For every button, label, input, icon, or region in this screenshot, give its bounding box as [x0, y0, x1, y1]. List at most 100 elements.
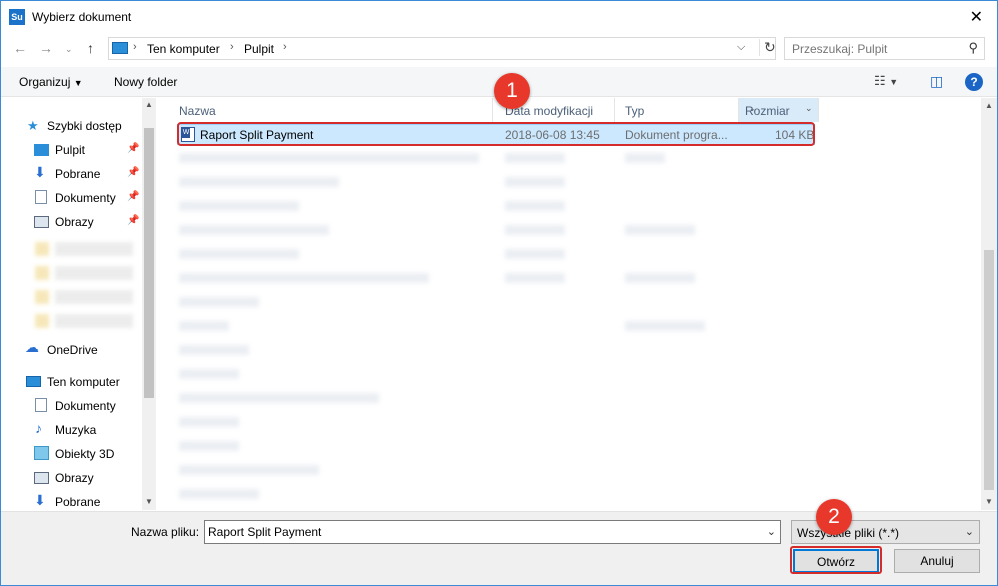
step-badge-1: 1	[494, 73, 530, 109]
computer-icon	[112, 42, 128, 54]
blurred-list-item	[505, 225, 565, 235]
scroll-down-icon[interactable]: ▼	[145, 497, 153, 506]
blurred-list-item[interactable]	[179, 441, 239, 451]
sidebar-item-label: Pulpit	[55, 143, 86, 157]
cancel-button[interactable]: Anuluj	[894, 549, 980, 573]
column-header-size[interactable]: ⌄ Rozmiar ⌄	[739, 98, 819, 122]
sidebar-item-downloads[interactable]: ⬇ Pobrane 📌	[1, 163, 141, 185]
pin-icon: 📌	[127, 143, 140, 154]
breadcrumb-chevron-icon[interactable]: ›	[283, 41, 287, 53]
pin-icon: 📌	[127, 191, 140, 202]
download-icon: ⬇	[34, 492, 46, 508]
search-input[interactable]	[792, 42, 962, 56]
download-icon: ⬇	[34, 164, 46, 180]
blurred-list-item[interactable]	[179, 249, 299, 259]
sidebar-item-pc-documents[interactable]: Dokumenty	[1, 395, 141, 417]
breadcrumb-chevron-icon[interactable]: ›	[230, 41, 234, 53]
blurred-list-item[interactable]	[179, 297, 259, 307]
blurred-list-item[interactable]	[179, 345, 249, 355]
scroll-down-icon[interactable]: ▼	[985, 497, 993, 506]
blurred-folder-item[interactable]	[35, 242, 133, 256]
blurred-list-item[interactable]	[179, 177, 339, 187]
column-header-label: Rozmiar	[745, 104, 790, 118]
breadcrumb-this-pc[interactable]: Ten komputer	[147, 42, 220, 56]
sidebar-item-pictures[interactable]: Obrazy 📌	[1, 211, 141, 233]
highlight-box-2	[790, 546, 882, 574]
blurred-list-item[interactable]	[179, 465, 319, 475]
column-header-name[interactable]: Nazwa	[169, 98, 493, 122]
sidebar-item-3d-objects[interactable]: Obiekty 3D	[1, 443, 141, 465]
organize-button[interactable]: Organizuj ▼	[19, 75, 83, 89]
cloud-icon: ☁	[25, 339, 39, 355]
recent-locations-chevron-icon[interactable]: ⌄	[65, 44, 73, 55]
scroll-up-icon[interactable]: ▲	[985, 101, 993, 110]
column-header-type[interactable]: Typ	[615, 98, 739, 122]
blurred-list-item	[625, 321, 705, 331]
blurred-list-item	[625, 273, 695, 283]
window-title: Wybierz dokument	[32, 10, 132, 24]
blurred-list-item	[505, 273, 565, 283]
document-icon	[35, 398, 47, 412]
blurred-folder-item[interactable]	[35, 314, 133, 328]
sidebar-item-pc-downloads[interactable]: ⬇ Pobrane	[1, 491, 141, 513]
blurred-list-item[interactable]	[179, 489, 259, 499]
blurred-list-item[interactable]	[179, 369, 239, 379]
address-bar[interactable]: › Ten komputer › Pulpit › ⌵ ↻	[108, 37, 776, 60]
new-folder-button[interactable]: Nowy folder	[114, 75, 177, 89]
view-options-icon[interactable]: ☷ ▼	[874, 73, 898, 89]
scroll-up-icon[interactable]: ▲	[145, 100, 153, 109]
scrollbar-thumb[interactable]	[144, 128, 154, 398]
sidebar-item-label: OneDrive	[47, 343, 98, 357]
column-dropdown-icon[interactable]: ⌄	[805, 103, 813, 114]
search-icon[interactable]: ⚲	[968, 40, 978, 56]
sidebar-item-label: Dokumenty	[55, 399, 116, 413]
pictures-icon	[34, 472, 49, 484]
scrollbar-thumb[interactable]	[984, 250, 994, 490]
back-arrow-icon[interactable]: ←	[13, 40, 27, 56]
sidebar-item-label: Ten komputer	[47, 375, 120, 389]
blurred-list-item[interactable]	[179, 273, 429, 283]
sidebar-item-documents[interactable]: Dokumenty 📌	[1, 187, 141, 209]
blurred-list-item	[505, 153, 565, 163]
pin-icon: 📌	[127, 167, 140, 178]
blurred-list-item	[505, 249, 565, 259]
column-header-label: Nazwa	[179, 104, 216, 118]
sidebar-item-quick-access[interactable]: ★ Szybki dostęp	[1, 115, 141, 137]
sidebar-item-onedrive[interactable]: ☁ OneDrive	[1, 339, 141, 361]
pin-icon: 📌	[127, 215, 140, 226]
search-box[interactable]: ⚲	[784, 37, 985, 60]
file-list-scrollbar[interactable]: ▲ ▼	[981, 98, 997, 510]
navigation-scrollbar[interactable]: ▲ ▼	[142, 98, 156, 510]
blurred-folder-item[interactable]	[35, 290, 133, 304]
refresh-icon[interactable]: ↻	[759, 39, 776, 56]
breadcrumb-desktop[interactable]: Pulpit	[244, 42, 274, 56]
help-icon[interactable]: ?	[965, 73, 983, 91]
blurred-list-item[interactable]	[179, 417, 239, 427]
organize-label: Organizuj	[19, 75, 71, 89]
up-arrow-icon[interactable]: ↑	[87, 40, 94, 56]
forward-arrow-icon[interactable]: →	[39, 40, 53, 56]
blurred-folder-item[interactable]	[35, 266, 133, 280]
sidebar-item-desktop[interactable]: Pulpit 📌	[1, 139, 141, 161]
blurred-list-item[interactable]	[179, 393, 379, 403]
filename-input[interactable]	[208, 525, 758, 539]
sidebar-item-this-pc[interactable]: Ten komputer	[1, 371, 141, 393]
navigation-pane: ★ Szybki dostęp Pulpit 📌 ⬇ Pobrane 📌 Dok…	[1, 98, 156, 510]
filename-field[interactable]: ⌄	[204, 520, 781, 544]
address-dropdown-icon[interactable]: ⌵	[737, 41, 745, 54]
sidebar-item-music[interactable]: ♪ Muzyka	[1, 419, 141, 441]
blurred-list-item[interactable]	[179, 201, 299, 211]
blurred-list-item[interactable]	[179, 153, 479, 163]
sidebar-item-label: Szybki dostęp	[47, 119, 122, 133]
preview-pane-icon[interactable]: ◫	[930, 73, 943, 90]
close-icon[interactable]: ✕	[970, 7, 983, 27]
chevron-down-icon[interactable]: ⌄	[767, 525, 776, 538]
column-header-label: Typ	[625, 104, 645, 118]
sidebar-item-label: Muzyka	[55, 423, 97, 437]
sidebar-item-pc-pictures[interactable]: Obrazy	[1, 467, 141, 489]
sidebar-item-label: Obiekty 3D	[55, 447, 115, 461]
breadcrumb-chevron-icon[interactable]: ›	[133, 41, 137, 53]
blurred-list-item[interactable]	[179, 225, 329, 235]
blurred-list-item[interactable]	[179, 321, 229, 331]
pictures-icon	[34, 216, 49, 228]
